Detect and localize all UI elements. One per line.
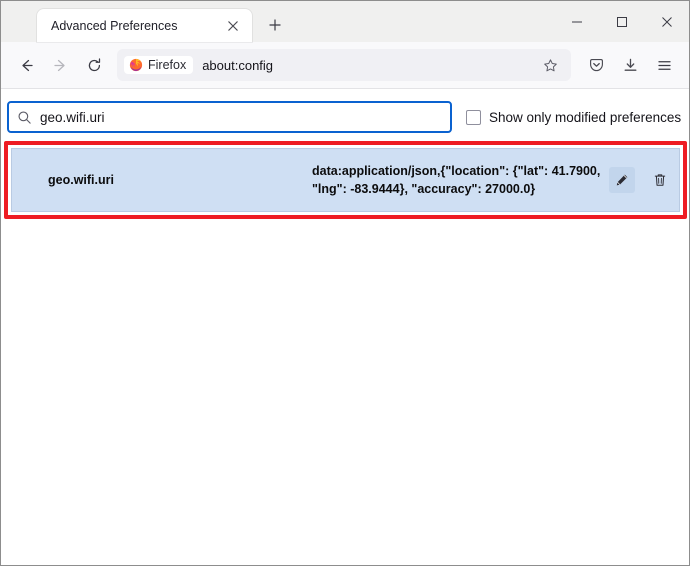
tab-advanced-preferences[interactable]: Advanced Preferences: [37, 9, 252, 42]
new-tab-button[interactable]: [260, 10, 290, 40]
highlight-annotation-box: geo.wifi.uri data:application/json,{"loc…: [4, 141, 687, 219]
search-input[interactable]: geo.wifi.uri: [7, 101, 452, 133]
identity-chip[interactable]: Firefox: [124, 56, 194, 74]
bookmark-star-icon[interactable]: [535, 51, 565, 79]
reload-button[interactable]: [77, 49, 111, 81]
preference-name: geo.wifi.uri: [48, 173, 114, 187]
close-button[interactable]: [644, 1, 689, 42]
tab-close-icon[interactable]: [222, 15, 244, 37]
app-menu-icon[interactable]: [647, 49, 681, 81]
checkbox-box[interactable]: [466, 109, 481, 125]
tab-title: Advanced Preferences: [51, 18, 178, 33]
maximize-button[interactable]: [599, 1, 644, 42]
pocket-save-icon[interactable]: [579, 49, 613, 81]
search-input-value[interactable]: geo.wifi.uri: [32, 110, 442, 125]
forward-button[interactable]: [43, 49, 77, 81]
navigation-toolbar: Firefox about:config: [1, 42, 689, 89]
back-button[interactable]: [9, 49, 43, 81]
search-icon: [17, 110, 32, 125]
firefox-logo-icon: [129, 58, 143, 72]
show-only-modified-label: Show only modified preferences: [489, 109, 682, 125]
url-bar[interactable]: Firefox about:config: [117, 49, 571, 81]
identity-label: Firefox: [148, 58, 187, 72]
delete-preference-button[interactable]: [647, 167, 673, 193]
preference-value: data:application/json,{"location": {"lat…: [312, 164, 601, 196]
edit-preference-button[interactable]: [609, 167, 635, 193]
tab-strip: Advanced Preferences: [1, 1, 290, 42]
url-text[interactable]: about:config: [193, 58, 535, 73]
page-content: geo.wifi.uri Show only modified preferen…: [1, 89, 689, 565]
browser-window: Advanced Preferences Firefox about:confi…: [0, 0, 690, 566]
window-controls: [554, 1, 689, 42]
table-row[interactable]: geo.wifi.uri data:application/json,{"loc…: [11, 148, 680, 212]
show-only-modified-checkbox[interactable]: Show only modified preferences: [466, 109, 682, 125]
title-bar: Advanced Preferences: [1, 1, 689, 42]
minimize-button[interactable]: [554, 1, 599, 42]
downloads-icon[interactable]: [613, 49, 647, 81]
filter-row: geo.wifi.uri Show only modified preferen…: [1, 89, 689, 133]
